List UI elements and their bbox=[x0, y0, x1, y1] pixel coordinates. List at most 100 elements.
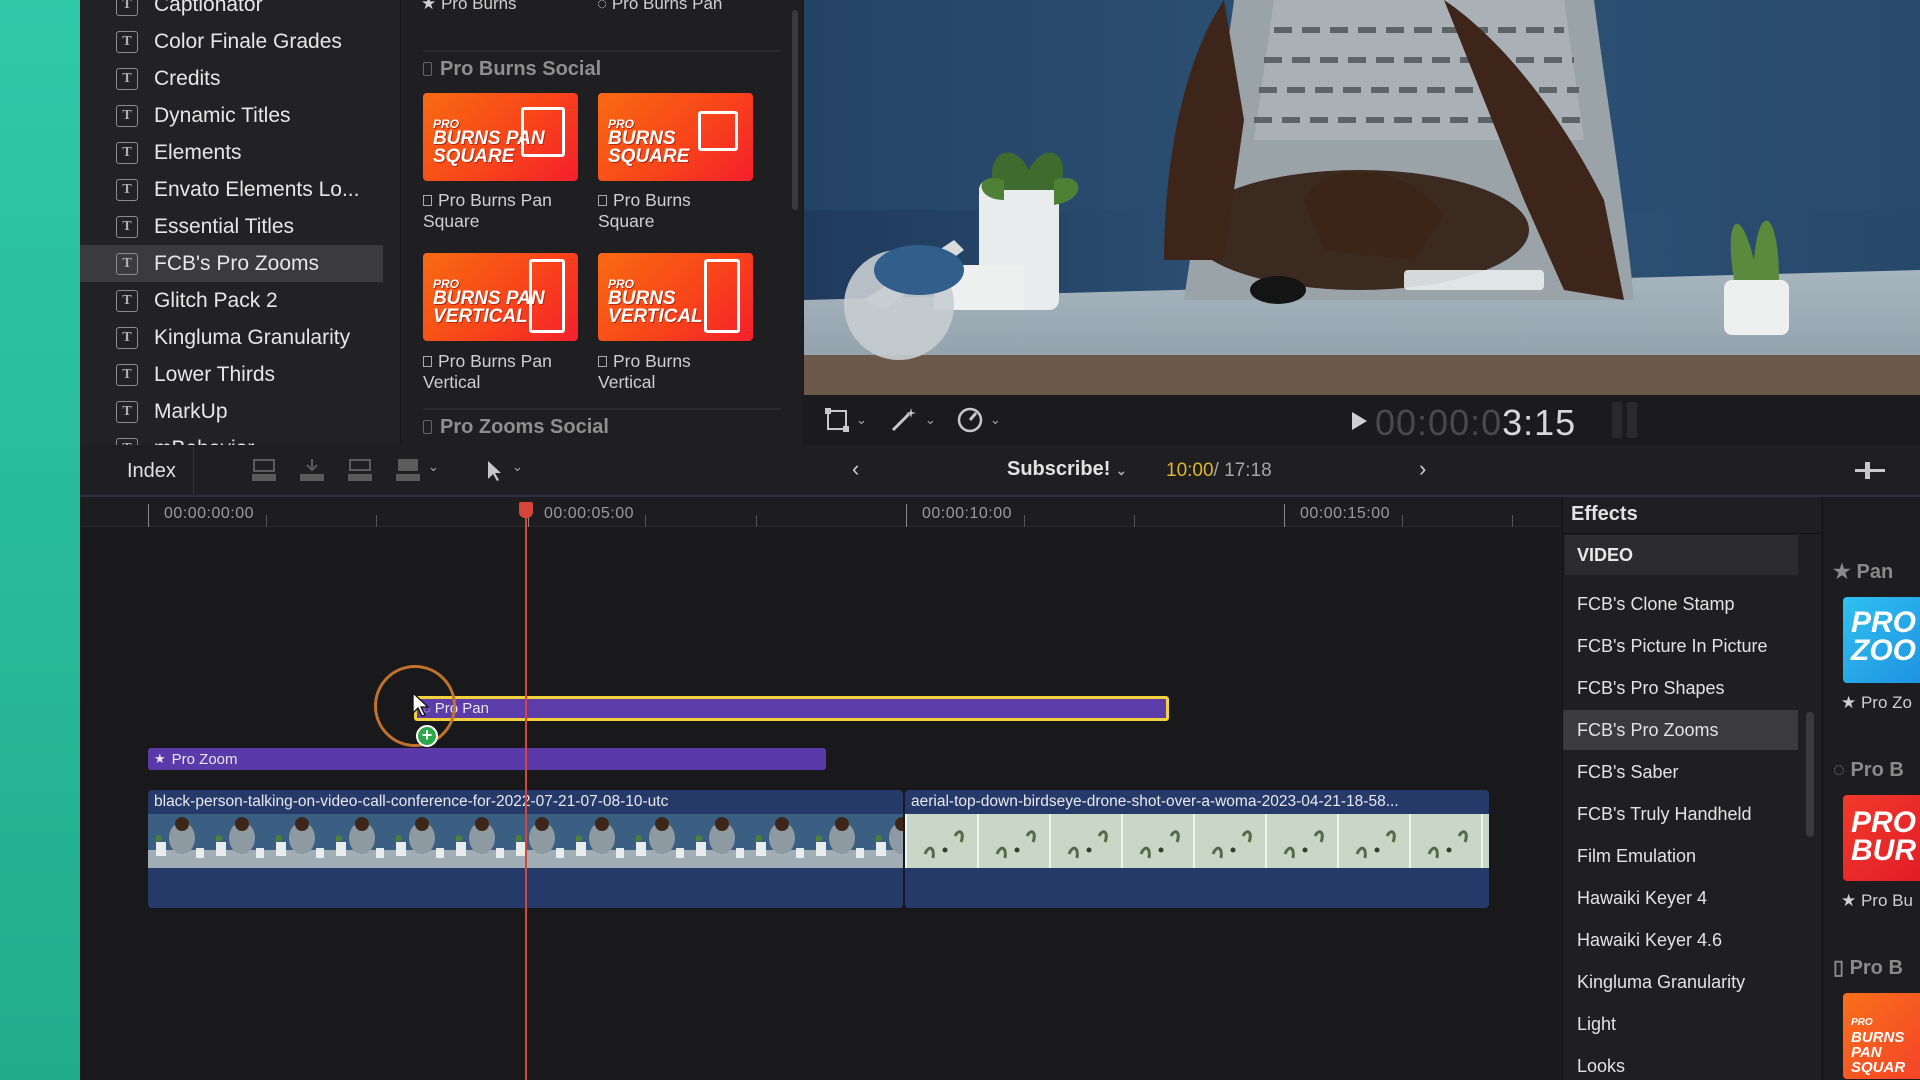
effects-list-item[interactable]: Film Emulation bbox=[1563, 836, 1798, 876]
square-frame-icon bbox=[698, 111, 738, 151]
effects-list-item[interactable]: FCB's Pro Zooms bbox=[1563, 710, 1798, 750]
sidebar-item[interactable]: T Captionator bbox=[80, 0, 383, 23]
thumb-pro-burns-pan-vertical[interactable]: PRO BURNS PAN VERTICAL bbox=[423, 253, 578, 341]
ruler-label: 00:00:00:00 bbox=[164, 505, 255, 522]
zoom-fit-icon[interactable] bbox=[1853, 459, 1889, 483]
preview-header: ★ Pan bbox=[1833, 561, 1894, 583]
effects-title: Effects bbox=[1571, 503, 1638, 525]
title-type-icon: T bbox=[116, 326, 138, 349]
effects-list-item[interactable]: FCB's Saber bbox=[1563, 752, 1798, 792]
titles-library-sidebar: T Captionator T Color Finale Grades T Credits… bbox=[80, 0, 400, 445]
sidebar-item[interactable]: T Dynamic Titles bbox=[80, 97, 383, 134]
project-name[interactable]: Subscribe! ⌄ bbox=[1007, 458, 1127, 481]
lock-icon bbox=[423, 420, 432, 434]
chevron-down-icon[interactable]: ⌄ bbox=[512, 459, 523, 475]
sidebar-item-label: Color Finale Grades bbox=[154, 29, 342, 53]
playhead[interactable] bbox=[525, 513, 527, 1080]
ruler-tick bbox=[1512, 515, 1513, 527]
timeline-ruler[interactable]: 00:00:00:00 00:00:05:00 00:00:10:00 00:0… bbox=[80, 497, 1560, 527]
effects-list-item[interactable]: FCB's Pro Shapes bbox=[1563, 668, 1798, 708]
effects-scrollbar[interactable] bbox=[1806, 712, 1814, 837]
effect-preview-column: ★ Pan PRO ZOO ★ Pro Zo ◌ Pro B PRO BUR ★… bbox=[1822, 497, 1920, 1080]
sidebar-item[interactable]: T Envato Elements Lo... bbox=[80, 171, 383, 208]
thumb-label: Pro Burns Square bbox=[598, 190, 691, 231]
sidebar-item-label: FCB's Pro Zooms bbox=[154, 251, 320, 275]
select-arrow-icon[interactable] bbox=[484, 459, 504, 483]
sidebar-item[interactable]: T Essential Titles bbox=[80, 208, 383, 245]
title-type-icon: T bbox=[116, 178, 138, 201]
sidebar-item[interactable]: T Glitch Pack 2 bbox=[80, 282, 383, 319]
title-type-icon: T bbox=[116, 141, 138, 164]
chevron-down-icon: ⌄ bbox=[1115, 463, 1127, 478]
append-clip-icon[interactable] bbox=[346, 457, 376, 483]
thumb-pro-burns-vertical[interactable]: PRO BURNS VERTICAL bbox=[598, 253, 753, 341]
browser-top-label-1[interactable]: ★ Pro Burns bbox=[421, 0, 517, 14]
ruler-tick bbox=[756, 515, 757, 527]
divider bbox=[193, 445, 194, 497]
enhance-tool-button[interactable]: ⌄ bbox=[889, 406, 936, 434]
sidebar-item[interactable]: T Credits bbox=[80, 60, 383, 97]
sidebar-item[interactable]: T MarkUp bbox=[80, 393, 383, 430]
sidebar-item-label: Envato Elements Lo... bbox=[154, 177, 360, 201]
effects-list-item[interactable]: Hawaiki Keyer 4.6 bbox=[1563, 920, 1798, 960]
thumb-pro-burns-square[interactable]: PRO BURNS SQUARE bbox=[598, 93, 753, 181]
sidebar-item-label: Elements bbox=[154, 140, 242, 164]
vertical-frame-icon bbox=[529, 259, 565, 333]
sidebar-item[interactable]: T Kingluma Granularity bbox=[80, 319, 383, 356]
effects-list-item[interactable]: Kingluma Granularity bbox=[1563, 962, 1798, 1002]
viewer-timecode[interactable]: 00:00:03:15 bbox=[1375, 402, 1576, 444]
timeline-toolbar: Index ⌄ ⌄ ‹ Subscribe! ⌄ 10:00/ 17:18 › bbox=[80, 445, 1920, 497]
effects-list-item[interactable]: FCB's Truly Handheld bbox=[1563, 794, 1798, 834]
sidebar-item-label: Credits bbox=[154, 66, 221, 90]
sidebar-item-label: Essential Titles bbox=[154, 214, 295, 238]
effects-list-item[interactable]: FCB's Clone Stamp bbox=[1563, 584, 1798, 624]
title-type-icon: T bbox=[116, 215, 138, 238]
insert-clip-icon[interactable] bbox=[298, 457, 328, 483]
mouse-cursor-icon bbox=[412, 691, 430, 717]
effects-browser: Effects VIDEO FCB's Clone Stamp FCB's Pic… bbox=[1562, 497, 1821, 1080]
transform-tool-button[interactable]: ⌄ bbox=[824, 407, 867, 433]
ruler-label: 00:00:10:00 bbox=[922, 505, 1013, 522]
thumb-label: Pro Burns Vertical bbox=[598, 351, 691, 392]
category-header-pro-zooms-social: Pro Zooms Social bbox=[423, 408, 781, 444]
title-clip-pro-pan[interactable]: ◌ Pro Pan bbox=[414, 696, 1169, 721]
browser-scrollbar[interactable] bbox=[792, 10, 798, 210]
title-type-icon: T bbox=[116, 289, 138, 312]
play-icon[interactable] bbox=[1349, 410, 1369, 432]
preview-thumb-pro-burns[interactable]: PRO BUR bbox=[1843, 795, 1920, 881]
preview-thumb-pro-zoom[interactable]: PRO ZOO bbox=[1843, 597, 1920, 683]
sidebar-item[interactable]: T Color Finale Grades bbox=[80, 23, 383, 60]
thumb-label: Pro Burns Pan Vertical bbox=[423, 351, 552, 392]
video-viewer[interactable] bbox=[804, 0, 1920, 395]
preview-thumb-pro-burns-pan-square[interactable]: PRO BURNS PAN SQUAR bbox=[1843, 993, 1920, 1079]
ruler-label: 00:00:15:00 bbox=[1300, 505, 1391, 522]
back-arrow-icon[interactable]: ‹ bbox=[852, 456, 859, 482]
effects-list-item[interactable]: Light bbox=[1563, 1004, 1798, 1044]
effects-category-video[interactable]: VIDEO bbox=[1565, 535, 1798, 575]
sidebar-item[interactable]: TmBehavior bbox=[80, 430, 383, 445]
video-clip-2[interactable]: aerial-top-down-birdseye-drone-shot-over… bbox=[905, 790, 1489, 908]
sidebar-item[interactable]: T Elements bbox=[80, 134, 383, 171]
vertical-frame-icon bbox=[704, 259, 740, 333]
retime-tool-button[interactable]: ⌄ bbox=[956, 406, 1001, 434]
ruler-tick bbox=[645, 515, 646, 527]
connect-clip-icon[interactable] bbox=[250, 457, 280, 483]
index-button[interactable]: Index bbox=[127, 460, 176, 483]
ruler-tick bbox=[1402, 515, 1403, 527]
sidebar-item[interactable]: T FCB's Pro Zooms bbox=[80, 245, 383, 282]
chevron-down-icon[interactable]: ⌄ bbox=[428, 459, 439, 475]
timeline[interactable]: 00:00:00:00 00:00:05:00 00:00:10:00 00:0… bbox=[80, 497, 1560, 1080]
sidebar-item-label: Dynamic Titles bbox=[154, 103, 291, 127]
forward-arrow-icon[interactable]: › bbox=[1419, 456, 1426, 482]
effects-list-item[interactable]: FCB's Picture In Picture bbox=[1563, 626, 1798, 666]
browser-top-label-2[interactable]: ◌ Pro Burns Pan bbox=[597, 0, 722, 14]
overwrite-clip-icon[interactable] bbox=[394, 457, 424, 483]
title-clip-pro-zoom[interactable]: ★ Pro Zoom bbox=[148, 748, 826, 770]
sidebar-item[interactable]: T Lower Thirds bbox=[80, 356, 383, 393]
filmstrip-thumbnails bbox=[905, 814, 1489, 868]
thumb-pro-burns-pan-square[interactable]: PRO BURNS PAN SQUARE bbox=[423, 93, 578, 181]
divider bbox=[1563, 533, 1821, 534]
video-clip-name: aerial-top-down-birdseye-drone-shot-over… bbox=[911, 793, 1399, 810]
effects-list-item[interactable]: Hawaiki Keyer 4 bbox=[1563, 878, 1798, 918]
effects-list-item[interactable]: Looks bbox=[1563, 1046, 1798, 1080]
